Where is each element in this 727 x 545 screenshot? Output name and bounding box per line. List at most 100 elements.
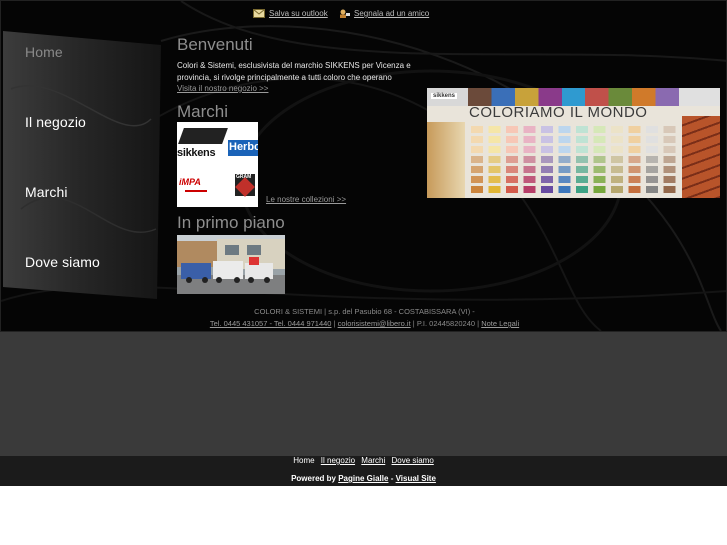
bottom-nav-home[interactable]: Home: [293, 456, 314, 465]
collections-link[interactable]: Le nostre collezioni >>: [266, 195, 346, 204]
color-swatch: [576, 156, 588, 163]
nav-item-il-negozio[interactable]: Il negozio: [25, 114, 86, 130]
color-swatch: [541, 166, 553, 173]
tell-friend-link[interactable]: Segnala ad un amico: [338, 9, 429, 18]
color-swatch: [541, 126, 553, 133]
save-outlook-link[interactable]: Salva su outlook: [253, 9, 328, 18]
swatch-grid: [471, 126, 676, 193]
color-swatch: [663, 136, 676, 143]
color-swatch: [646, 126, 658, 133]
color-swatch: [576, 146, 588, 153]
color-swatch: [488, 146, 501, 153]
nav-item-marchi[interactable]: Marchi: [25, 184, 68, 200]
color-swatch: [628, 166, 641, 173]
save-outlook-label: Salva su outlook: [269, 9, 328, 18]
color-swatch: [488, 186, 501, 193]
color-swatch: [471, 146, 483, 153]
banner-sikkens-logo: sikkens: [431, 93, 458, 99]
color-swatch: [488, 166, 501, 173]
visit-shop-link[interactable]: Visita il nostro negozio >>: [177, 84, 268, 93]
color-swatch: [628, 136, 641, 143]
color-swatch: [506, 166, 518, 173]
footer-phones-link[interactable]: Tel. 0445 431057 - Tel. 0444 971440: [210, 319, 332, 328]
nav-item-home[interactable]: Home: [25, 44, 63, 60]
sikkens-logo: sikkens: [177, 122, 228, 164]
color-swatch: [471, 156, 483, 163]
color-swatch: [593, 156, 606, 163]
bottom-nav-marchi[interactable]: Marchi: [361, 456, 385, 465]
brands-title: Marchi: [177, 102, 229, 121]
color-swatch: [506, 156, 518, 163]
color-swatch: [506, 136, 518, 143]
color-swatch: [646, 146, 658, 153]
color-swatch: [488, 126, 501, 133]
color-swatch: [628, 156, 641, 163]
footer-address: COLORI & SISTEMI | s.p. del Pasubio 68 -…: [254, 307, 475, 316]
featured-title: In primo piano: [177, 213, 285, 232]
welcome-title: Benvenuti: [177, 35, 253, 54]
impa-logo: iMPA: [179, 177, 219, 197]
color-swatch: [576, 166, 588, 173]
color-swatch: [523, 186, 536, 193]
color-swatch: [593, 126, 606, 133]
color-swatch: [593, 186, 606, 193]
color-swatch: [611, 186, 623, 193]
color-swatch: [523, 136, 536, 143]
gray-band: [0, 332, 727, 456]
color-swatch: [628, 176, 641, 183]
visual-site-link[interactable]: Visual Site: [396, 474, 436, 483]
bottom-nav-dove-siamo[interactable]: Dove siamo: [392, 456, 434, 465]
color-swatch: [576, 186, 588, 193]
powered-by: Powered by Pagine Gialle - Visual Site: [0, 474, 727, 483]
color-swatch: [471, 136, 483, 143]
pagine-gialle-link[interactable]: Pagine Gialle: [338, 474, 388, 483]
nav-item-dove-siamo[interactable]: Dove siamo: [25, 254, 100, 270]
color-swatch: [593, 166, 606, 173]
color-swatch: [646, 176, 658, 183]
color-swatch: [628, 126, 641, 133]
colors-banner[interactable]: sikkens COLORIAMO IL MONDO: [427, 88, 720, 198]
color-swatch: [541, 156, 553, 163]
tell-friend-label: Segnala ad un amico: [354, 9, 430, 18]
color-swatch: [558, 146, 571, 153]
color-swatch: [593, 146, 606, 153]
color-swatch: [471, 186, 483, 193]
powered-prefix: Powered by: [291, 474, 336, 483]
color-swatch: [471, 166, 483, 173]
footer-contacts: Tel. 0445 431057 - Tel. 0444 971440 | co…: [209, 319, 520, 328]
envelope-icon: [253, 9, 265, 18]
color-swatch: [506, 176, 518, 183]
footer-legal-link[interactable]: Note Legali: [481, 319, 519, 328]
bottom-nav-il-negozio[interactable]: Il negozio: [321, 456, 355, 465]
welcome-text-line1: Colori & Sistemi, esclusivista del march…: [177, 61, 411, 70]
footer-email-link[interactable]: colorisistemi@libero.it: [338, 319, 411, 328]
color-swatch: [628, 186, 641, 193]
brand-logos[interactable]: sikkens Herbol iMPA GRAM: [177, 122, 258, 207]
color-swatch: [523, 166, 536, 173]
color-swatch: [471, 126, 483, 133]
color-swatch: [611, 156, 623, 163]
color-swatch: [541, 136, 553, 143]
bottom-nav: Home Il negozio Marchi Dove siamo: [0, 456, 727, 465]
color-swatch: [558, 176, 571, 183]
color-swatch: [611, 166, 623, 173]
color-swatch: [506, 146, 518, 153]
color-swatch: [558, 186, 571, 193]
person-icon: [340, 9, 350, 18]
color-swatch: [663, 146, 676, 153]
color-swatch: [663, 166, 676, 173]
color-swatch: [611, 146, 623, 153]
color-swatch: [558, 126, 571, 133]
header-stage: Salva su outlook Segnala ad un amico Hom…: [0, 0, 727, 332]
featured-photo[interactable]: [177, 235, 285, 294]
color-swatch: [558, 156, 571, 163]
color-swatch: [523, 146, 536, 153]
color-swatch: [523, 156, 536, 163]
color-swatch: [646, 136, 658, 143]
color-swatch: [488, 176, 501, 183]
color-swatch: [558, 166, 571, 173]
color-swatch: [488, 156, 501, 163]
color-swatch: [593, 176, 606, 183]
color-swatch: [646, 186, 658, 193]
color-swatch: [523, 176, 536, 183]
